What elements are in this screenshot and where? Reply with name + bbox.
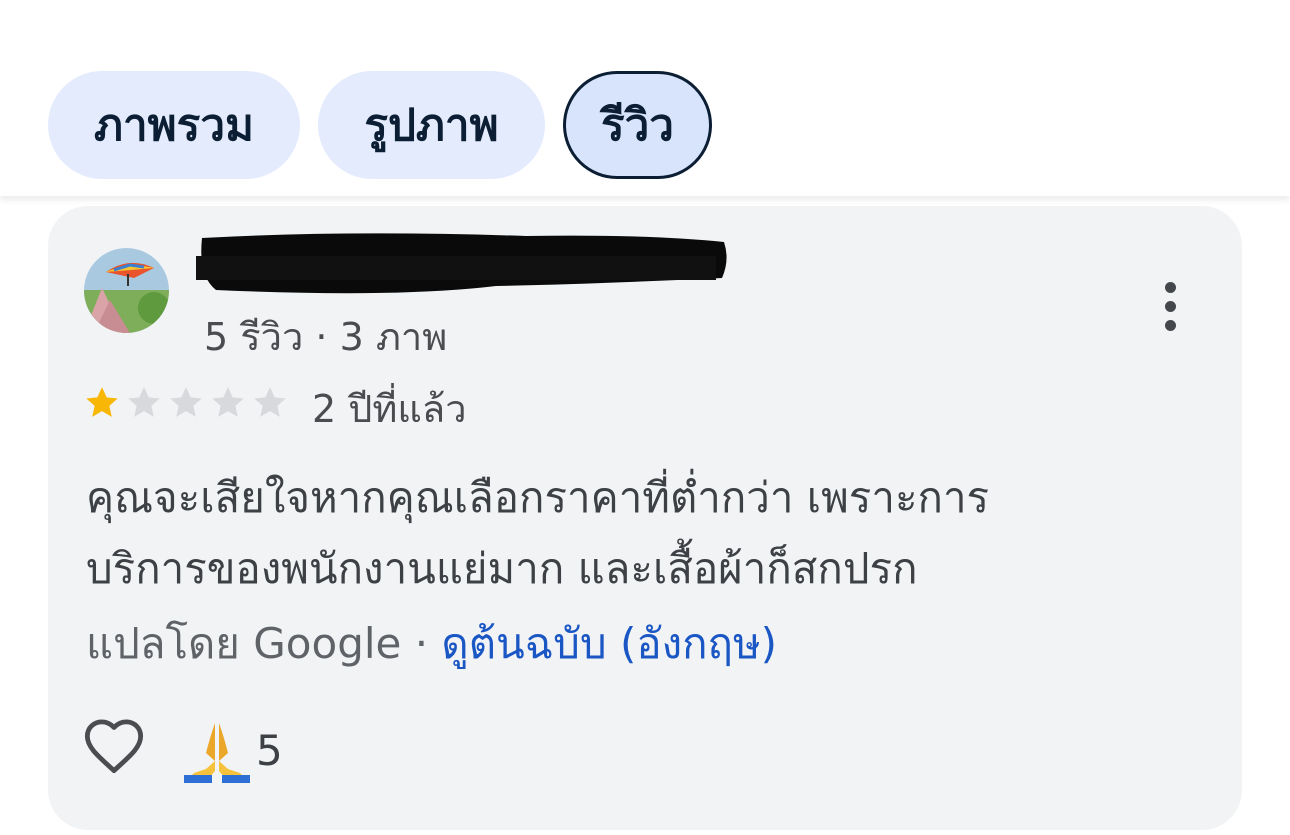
avatar-image <box>84 248 169 333</box>
tab-photos[interactable]: รูปภาพ <box>318 71 545 179</box>
star-empty-icon <box>212 387 244 417</box>
translation-note: แปลโดย Google · ดูต้นฉบับ (อังกฤษ) <box>86 608 777 679</box>
reaction-button[interactable]: 5 <box>184 718 283 783</box>
reviewer-meta: 5 รีวิว · 3 ภาพ <box>204 315 448 359</box>
star-empty-icon <box>254 387 286 417</box>
star-filled-icon <box>86 387 118 417</box>
more-vert-icon-dot <box>1164 300 1176 312</box>
tab-bar: ภาพรวม รูปภาพ รีวิว <box>0 0 1290 196</box>
reviewer-avatar[interactable] <box>84 248 169 333</box>
star-empty-icon <box>170 387 202 417</box>
review-text-line: คุณจะเสียใจหากคุณเลือกราคาที่ต่ำกว่า เพร… <box>86 473 990 522</box>
heart-outline-icon <box>84 719 144 774</box>
review-text-line: บริการของพนักงานแย่มาก และเสื้อผ้าก็สกปร… <box>86 544 918 593</box>
like-button[interactable] <box>82 716 146 780</box>
folded-hands-emoji <box>184 723 250 783</box>
more-options-button[interactable] <box>1146 270 1194 342</box>
tab-reviews[interactable]: รีวิว <box>563 71 712 179</box>
more-vert-icon <box>1164 281 1176 293</box>
star-empty-icon <box>128 387 160 417</box>
review-text: คุณจะเสียใจหากคุณเลือกราคาที่ต่ำกว่า เพร… <box>86 462 1206 604</box>
reviewer-name-redacted <box>196 233 727 294</box>
tab-overview[interactable]: ภาพรวม <box>48 71 300 179</box>
reaction-count: 5 <box>256 725 283 775</box>
see-original-link[interactable]: ดูต้นฉบับ (อังกฤษ) <box>441 619 777 668</box>
more-vert-icon-dot <box>1164 319 1176 331</box>
star-rating <box>82 383 290 423</box>
review-time: 2 ปีที่แล้ว <box>312 387 467 431</box>
translated-by-label: แปลโดย Google · <box>86 619 442 668</box>
